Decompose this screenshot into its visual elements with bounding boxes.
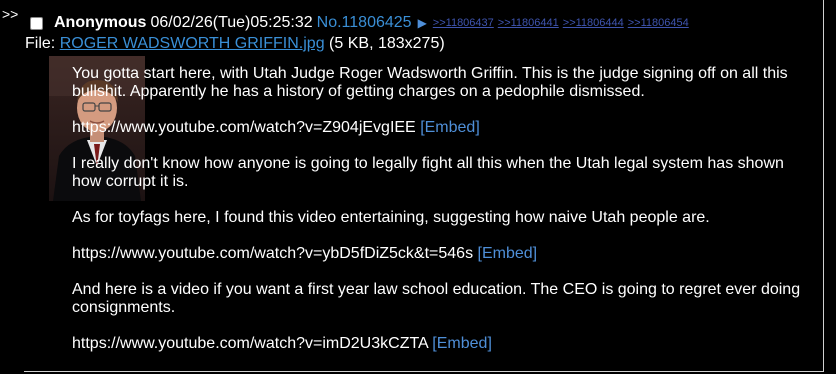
backlink[interactable]: >>11806454	[628, 17, 689, 29]
message-paragraph: And here is a video if you want a first …	[72, 281, 807, 317]
embed-link[interactable]: [Embed]	[478, 245, 538, 262]
triangle-right-icon[interactable]: ▶	[418, 16, 427, 30]
message-paragraph: https://www.youtube.com/watch?v=ybD5fDiZ…	[72, 245, 807, 263]
message-paragraph: As for toyfags here, I found this video …	[72, 209, 807, 227]
embed-link[interactable]: [Embed]	[420, 119, 480, 136]
post-number-link[interactable]: No.11806425	[317, 14, 412, 32]
reply-marker: >>	[2, 6, 19, 22]
paragraph-text: As for toyfags here, I found this video …	[72, 209, 710, 226]
backlink[interactable]: >>11806441	[498, 17, 559, 29]
reply-post: Anonymous 06/02/26(Tue)05:25:32 No.11806…	[24, 0, 824, 372]
video-url[interactable]: https://www.youtube.com/watch?v=imD2U3kC…	[72, 335, 428, 352]
file-label: File:	[25, 35, 56, 52]
paragraph-text: And here is a video if you want a first …	[72, 281, 805, 316]
post-select-checkbox[interactable]	[30, 16, 43, 30]
video-url[interactable]: https://www.youtube.com/watch?v=ybD5fDiZ…	[72, 245, 473, 262]
post-info: Anonymous 06/02/26(Tue)05:25:32 No.11806…	[30, 13, 689, 33]
message-paragraph: https://www.youtube.com/watch?v=Z904jEvg…	[72, 119, 807, 137]
post-datetime: 06/02/26(Tue)05:25:32	[150, 14, 313, 31]
message-paragraph: You gotta start here, with Utah Judge Ro…	[72, 65, 807, 101]
video-url[interactable]: https://www.youtube.com/watch?v=Z904jEvg…	[72, 119, 416, 136]
poster-name: Anonymous	[54, 14, 147, 31]
post-message: You gotta start here, with Utah Judge Ro…	[72, 65, 807, 371]
embed-link[interactable]: [Embed]	[432, 335, 492, 352]
file-info: File: ROGER WADSWORTH GRIFFIN.jpg (5 KB,…	[25, 35, 445, 53]
backlinks: >>11806437 >>11806441 >>11806444 >>11806…	[433, 17, 689, 29]
file-meta: (5 KB, 183x275)	[329, 35, 445, 52]
file-name-link[interactable]: ROGER WADSWORTH GRIFFIN.jpg	[60, 35, 325, 52]
thread-view: >> Anonymous 06/02/26(Tue)05:25:32 No.11…	[0, 0, 836, 374]
paragraph-text: I really don't know how anyone is going …	[72, 155, 789, 190]
backlink[interactable]: >>11806437	[433, 17, 494, 29]
message-paragraph: I really don't know how anyone is going …	[72, 155, 807, 191]
message-paragraph: https://www.youtube.com/watch?v=imD2U3kC…	[72, 335, 807, 353]
backlink[interactable]: >>11806444	[563, 17, 624, 29]
paragraph-text: You gotta start here, with Utah Judge Ro…	[72, 65, 793, 100]
